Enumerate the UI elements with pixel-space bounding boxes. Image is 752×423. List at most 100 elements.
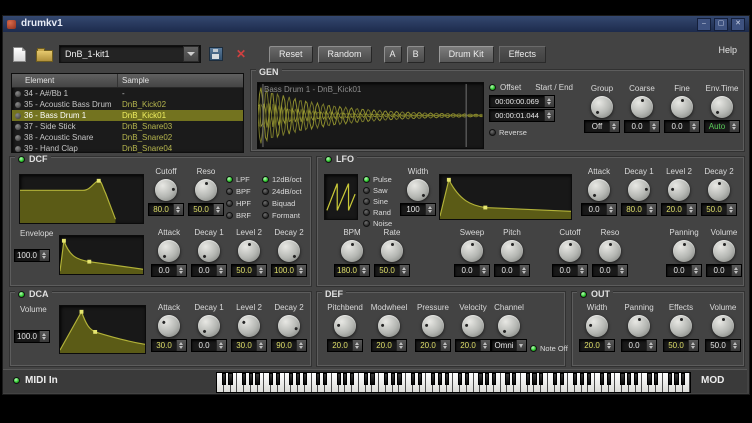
spinner-arrows-icon[interactable] <box>731 265 741 276</box>
dropdown-arrow-icon[interactable] <box>183 46 199 62</box>
spinner-arrows-icon[interactable] <box>688 340 698 351</box>
knob-spinbox[interactable]: 50.0 <box>231 264 267 277</box>
knob-spinbox[interactable]: 0.0 <box>191 264 227 277</box>
minimize-button[interactable]: – <box>697 18 711 31</box>
piano-key-black[interactable] <box>681 373 685 385</box>
spinner-arrows-icon[interactable] <box>213 204 223 215</box>
spinner-arrows-icon[interactable] <box>440 340 450 351</box>
knob-dial[interactable] <box>278 240 300 262</box>
knob-dial[interactable] <box>673 240 695 262</box>
knob-spinbox[interactable]: 0.0 <box>592 264 628 277</box>
spinner-arrows-icon[interactable] <box>646 204 656 215</box>
knob-dial[interactable] <box>381 240 403 262</box>
spinner-arrows-icon[interactable] <box>730 340 740 351</box>
knob-dial[interactable] <box>462 315 484 337</box>
spinner-arrows-icon[interactable] <box>544 96 554 107</box>
element-row[interactable]: 37 - Side StickDnB_Snare03 <box>12 121 243 132</box>
reset-button[interactable]: Reset <box>269 46 313 63</box>
piano-key-black[interactable] <box>620 373 624 385</box>
filter-slope-12db[interactable]: 12dB/oct <box>262 174 302 184</box>
spinner-arrows-icon[interactable] <box>479 265 489 276</box>
out-led[interactable] <box>580 291 587 298</box>
piano-key-black[interactable] <box>492 373 496 385</box>
piano-keyboard[interactable] <box>216 372 691 393</box>
element-list-header[interactable]: Element Sample <box>12 74 243 88</box>
knob-dial[interactable] <box>628 179 650 201</box>
spinner-arrows-icon[interactable] <box>425 204 435 215</box>
lfo-shape-pulse[interactable]: Pulse <box>363 174 392 184</box>
knob-spinbox[interactable]: 0.0 <box>454 264 490 277</box>
piano-key-black[interactable] <box>458 373 462 385</box>
close-button[interactable]: ✕ <box>731 18 745 31</box>
spinner-arrows-icon[interactable] <box>352 340 362 351</box>
knob-spinbox[interactable]: 100.0 <box>271 264 307 277</box>
piano-key-black[interactable] <box>384 373 388 385</box>
knob-dial[interactable] <box>671 96 693 118</box>
mod-label[interactable]: MOD <box>701 375 724 386</box>
column-header-element[interactable]: Element <box>12 74 118 87</box>
a-button[interactable]: A <box>384 46 402 63</box>
spinner-arrows-icon[interactable] <box>176 340 186 351</box>
knob-spinbox[interactable]: 0.0 <box>664 120 700 133</box>
filter-type-hpf[interactable]: HPF <box>226 198 251 208</box>
knob-dial[interactable] <box>668 179 690 201</box>
window-titlebar[interactable]: drumkv1 – ▢ ✕ <box>3 16 749 32</box>
delete-preset-button[interactable]: ✕ <box>231 45 251 63</box>
knob-spinbox[interactable]: 30.0 <box>231 339 267 352</box>
knob-dial[interactable] <box>195 179 217 201</box>
knob-spinbox[interactable]: 20.0 <box>415 339 451 352</box>
piano-key-black[interactable] <box>418 373 422 385</box>
lfo-wave-graph[interactable] <box>324 174 358 220</box>
knob-spinbox[interactable]: 20.0 <box>579 339 615 352</box>
gen-waveform-display[interactable]: Bass Drum 1 - DnB_Kick01 <box>257 82 484 149</box>
knob-dial[interactable] <box>158 240 180 262</box>
piano-key-black[interactable] <box>397 373 401 385</box>
spinner-arrows-icon[interactable] <box>604 340 614 351</box>
piano-key-black[interactable] <box>580 373 584 385</box>
element-row[interactable]: 39 - Hand ClapDnB_Snare04 <box>12 143 243 154</box>
spinner-arrows-icon[interactable] <box>689 121 699 132</box>
knob-dial[interactable] <box>334 315 356 337</box>
spinner-arrows-icon[interactable] <box>256 340 266 351</box>
knob-dial[interactable] <box>559 240 581 262</box>
knob-dial[interactable] <box>501 240 523 262</box>
piano-key-black[interactable] <box>296 373 300 385</box>
knob-spinbox[interactable]: 20.0 <box>327 339 363 352</box>
knob-dial[interactable] <box>713 240 735 262</box>
lfo-shape-saw[interactable]: Saw <box>363 185 388 195</box>
random-button[interactable]: Random <box>318 46 372 63</box>
spinner-arrows-icon[interactable] <box>617 265 627 276</box>
spinner-arrows-icon[interactable] <box>726 204 736 215</box>
spinner-arrows-icon[interactable] <box>519 265 529 276</box>
spinner-arrows-icon[interactable] <box>256 265 266 276</box>
knob-spinbox[interactable]: 180.0 <box>334 264 370 277</box>
tab-effects[interactable]: Effects <box>499 46 546 63</box>
knob-spinbox[interactable]: 0.0 <box>624 120 660 133</box>
spinner-arrows-icon[interactable] <box>359 265 369 276</box>
spinner-arrows-icon[interactable] <box>691 265 701 276</box>
piano-key-black[interactable] <box>485 373 489 385</box>
piano-key-black[interactable] <box>316 373 320 385</box>
knob-spinbox[interactable]: 0.0 <box>621 339 657 352</box>
knob-spinbox[interactable]: 30.0 <box>151 339 187 352</box>
filter-slope-biquad[interactable]: Biquad <box>262 198 295 208</box>
dcf-envelope-graph[interactable] <box>59 235 144 275</box>
open-preset-button[interactable] <box>34 45 54 63</box>
knob-spinbox[interactable]: Off <box>584 120 620 133</box>
dcf-envelope-spinbox[interactable]: 100.0 <box>14 249 50 262</box>
column-header-sample[interactable]: Sample <box>118 74 243 87</box>
knob-dial[interactable] <box>461 240 483 262</box>
preset-combobox[interactable]: DnB_1-kit1 <box>59 45 201 63</box>
knob-dial[interactable] <box>586 315 608 337</box>
spinner-arrows-icon[interactable] <box>646 340 656 351</box>
piano-key-black[interactable] <box>249 373 253 385</box>
knob-spinbox[interactable]: 80.0 <box>621 203 657 216</box>
filter-slope-24db[interactable]: 24dB/oct <box>262 186 302 196</box>
spinner-arrows-icon[interactable] <box>577 265 587 276</box>
piano-key-black[interactable] <box>607 373 611 385</box>
knob-dial[interactable] <box>708 179 730 201</box>
knob-spinbox[interactable]: 90.0 <box>271 339 307 352</box>
knob-spinbox[interactable]: 100 <box>400 203 436 216</box>
piano-key-black[interactable] <box>573 373 577 385</box>
piano-key-black[interactable] <box>337 373 341 385</box>
